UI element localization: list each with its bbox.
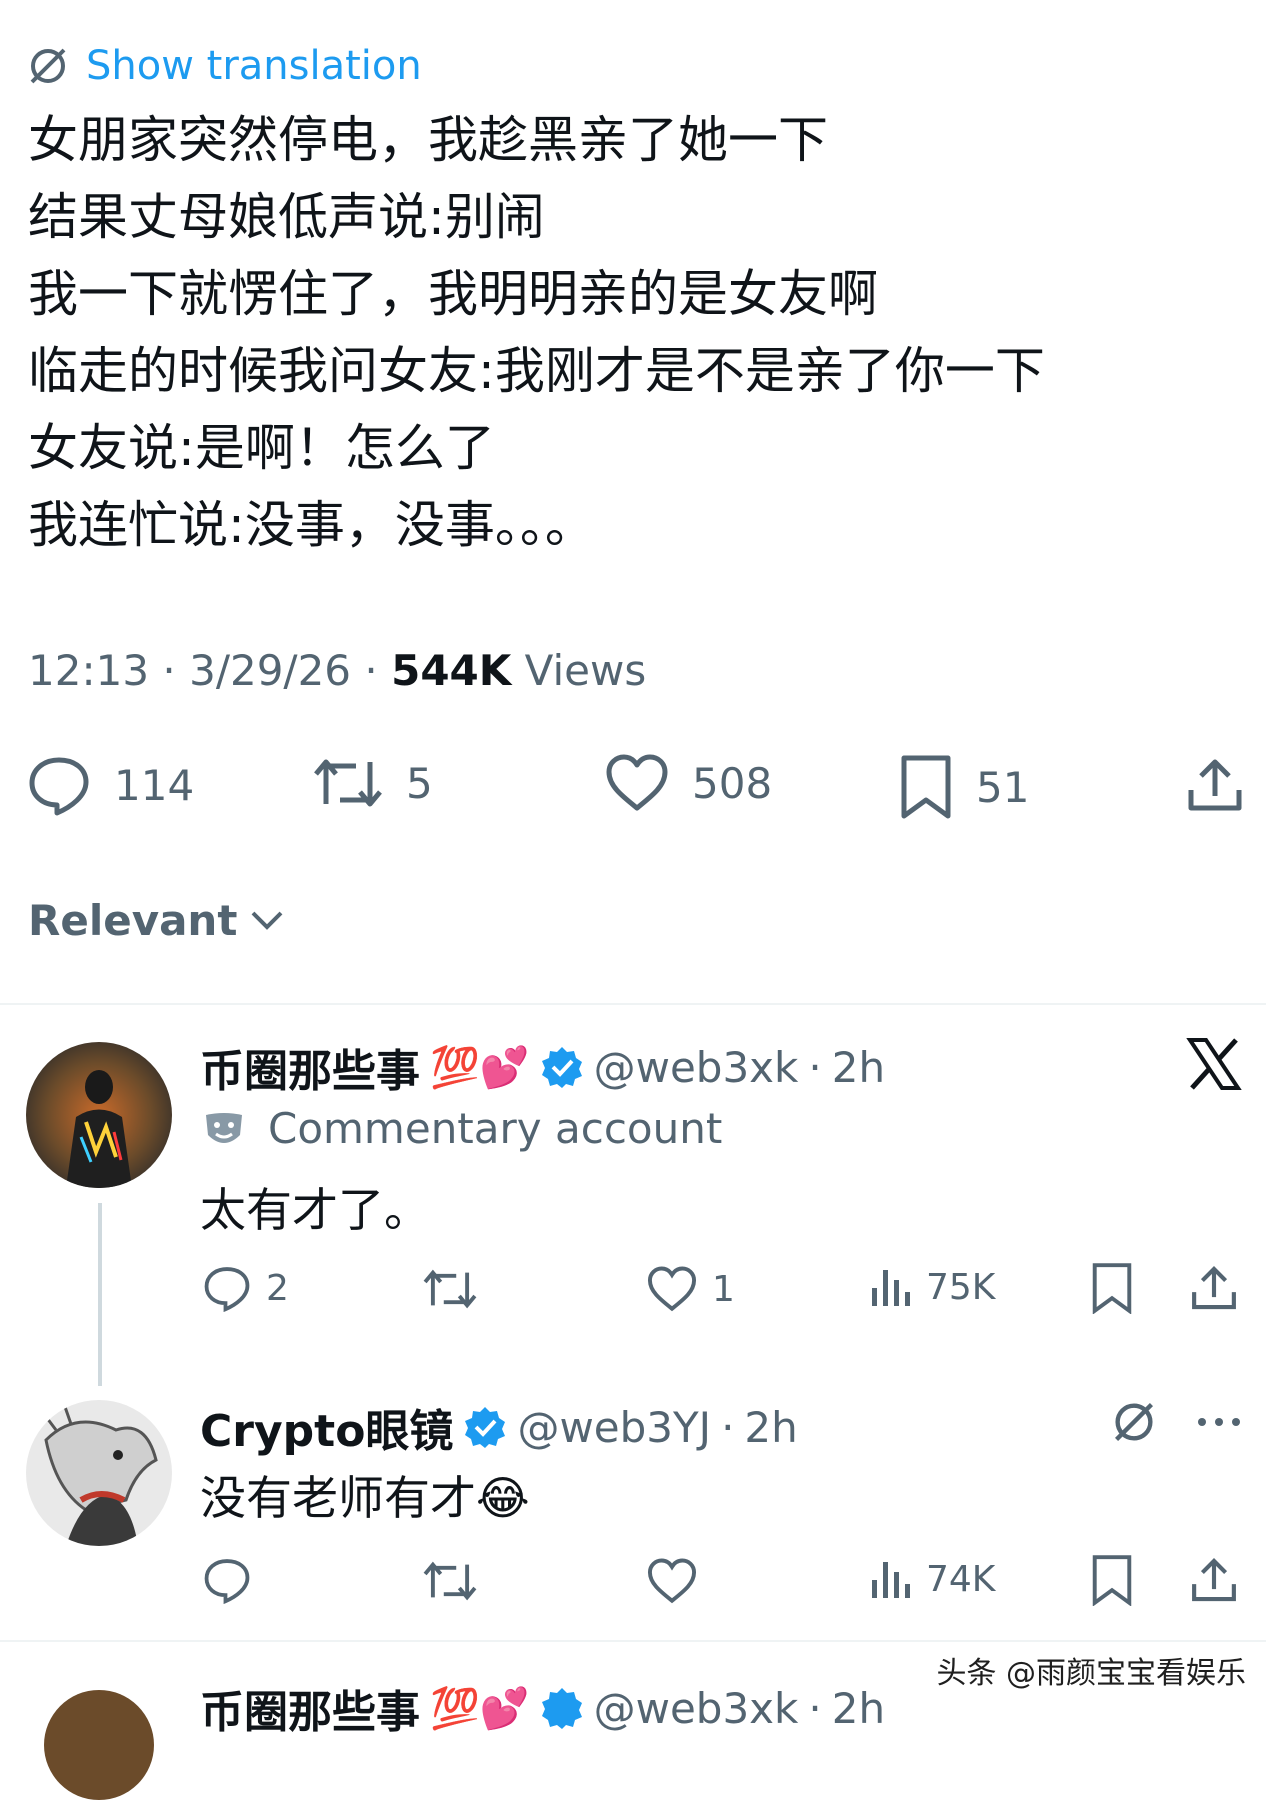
repost-count: 5 [406,758,433,808]
tweet-text-line: 我一下就愣住了，我明明亲的是女友啊 [28,265,878,323]
repost-button[interactable]: 5 [312,754,433,812]
repost-button[interactable] [422,1558,478,1604]
like-button[interactable]: 1 [646,1266,735,1312]
chevron-down-icon [251,911,283,930]
avatar-image [26,1400,172,1546]
handle[interactable]: @web3YJ [517,1403,711,1452]
x-logo-icon[interactable] [1186,1036,1242,1092]
tweet-text-line: 结果丈母娘低声说:别闹 [28,188,545,246]
share-button[interactable] [1186,756,1244,814]
bookmark-icon [1092,1555,1132,1606]
bookmark-icon [901,755,951,819]
share-icon [1192,1558,1236,1602]
reply-time[interactable]: 2h [832,1043,885,1092]
emoji-badges: 💯💕 [430,1044,530,1091]
verified-badge-icon [541,1047,582,1088]
avatar[interactable] [26,1400,172,1546]
views-count: 74K [926,1558,996,1600]
sort-label: Relevant [28,896,238,945]
more-options-icon[interactable] [1194,1414,1244,1430]
avatar[interactable] [44,1690,154,1800]
bookmark-button[interactable] [1090,1262,1134,1314]
tweet-time[interactable]: 12:13 [28,646,149,695]
watermark: 头条 @雨颜宝宝看娱乐 [936,1656,1246,1691]
bookmark-icon [1092,1263,1132,1314]
thread-line [98,1203,102,1386]
bookmark-button[interactable]: 51 [898,754,1029,820]
reply-count: 114 [114,760,195,810]
reply-text: 太有才了。 [200,1183,430,1237]
tweet-meta: 12:13 · 3/29/26 · 544K Views [28,646,647,695]
display-name[interactable]: Crypto眼镜 [200,1395,453,1459]
handle[interactable]: @web3xk [594,1043,799,1092]
translate-icon[interactable] [1110,1398,1158,1446]
avatar-image [26,1042,172,1188]
reply-button[interactable]: 2 [202,1264,289,1312]
heart-icon [647,1266,697,1312]
reply-icon [204,1559,250,1604]
views-count: 75K [926,1266,996,1308]
tweet-text-line: 我连忙说:没事，没事。。。 [28,496,595,554]
like-count: 508 [692,758,773,808]
show-translation-label: Show translation [86,43,422,89]
reply-icon [204,1267,250,1312]
masks-icon [206,1112,242,1143]
share-button[interactable] [1190,1264,1238,1312]
show-translation-button[interactable]: Show translation [26,40,422,92]
share-icon [1188,759,1242,811]
emoji-badges: 💯💕 [430,1685,530,1732]
like-count: 1 [712,1268,735,1310]
heart-icon [647,1558,697,1604]
reply-button[interactable] [202,1556,252,1604]
handle[interactable]: @web3xk [594,1684,799,1733]
like-button[interactable]: 508 [604,754,772,812]
divider [0,1640,1266,1642]
divider [0,1003,1266,1005]
tweet-text-line: 女友说:是啊！怎么了 [28,419,495,477]
reply-header: 币圈那些事 💯💕 @web3xk · 2h [200,1676,885,1740]
like-button[interactable] [646,1558,698,1604]
tweet-text-line: 女朋家突然停电，我趁黑亲了她一下 [28,111,828,169]
commentary-text: Commentary account [268,1104,723,1153]
repost-icon [423,1561,477,1601]
tweet-text-line: 临走的时候我问女友:我刚才是不是亲了你一下 [28,342,1045,400]
reply-time[interactable]: 2h [744,1403,797,1452]
heart-icon [606,754,668,811]
reply-icon [29,757,89,816]
views-button[interactable]: 75K [870,1266,995,1308]
bookmark-button[interactable] [1090,1554,1134,1606]
tweet-date[interactable]: 3/29/26 [189,646,351,695]
reply-header: Crypto眼镜 @web3YJ · 2h [200,1395,798,1459]
sort-dropdown[interactable]: Relevant [28,896,285,945]
reply-text: 没有老师有才😂 [200,1471,530,1525]
views-icon [872,1270,910,1306]
verified-badge-icon [465,1407,506,1448]
views-count: 544K [391,646,512,695]
share-button[interactable] [1190,1556,1238,1604]
reply-button[interactable]: 114 [26,754,194,816]
commentary-label: Commentary account [202,1104,722,1153]
bookmark-count: 51 [976,762,1030,812]
reply-header: 币圈那些事 💯💕 @web3xk · 2h [200,1035,885,1099]
views-icon [872,1562,910,1598]
translate-icon [30,48,66,84]
avatar[interactable] [26,1042,172,1188]
display-name[interactable]: 币圈那些事 [200,1676,420,1740]
repost-button[interactable] [422,1266,478,1312]
reply-count: 2 [266,1267,289,1309]
repost-icon [314,759,382,807]
repost-icon [423,1269,477,1309]
views-label: Views [524,646,647,695]
display-name[interactable]: 币圈那些事 [200,1035,420,1099]
reply-time[interactable]: 2h [832,1684,885,1733]
verified-badge-icon [541,1688,582,1729]
share-icon [1192,1266,1236,1310]
views-button[interactable]: 74K [870,1558,995,1600]
